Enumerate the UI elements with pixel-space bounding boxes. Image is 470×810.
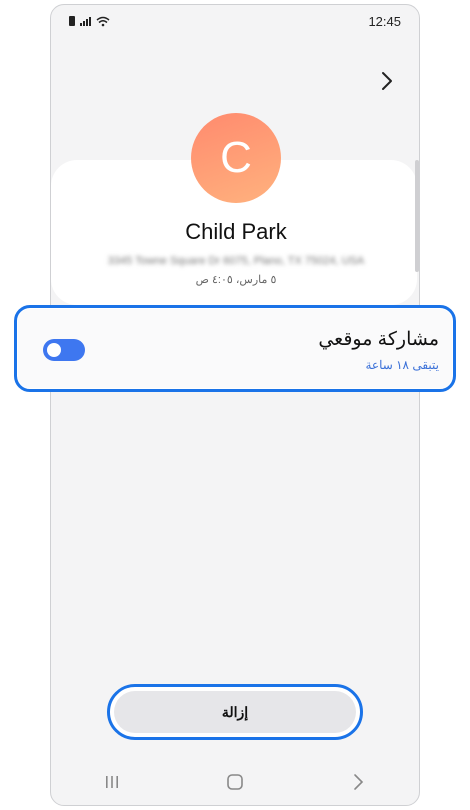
toggle-knob (47, 343, 61, 357)
contact-address: 3345 Towne Square Dr 6075, Plano, TX 750… (107, 255, 365, 267)
back-button[interactable] (338, 762, 378, 802)
location-sharing-remaining: يتبقى ١٨ ساعة (365, 358, 439, 372)
signal-icon (80, 16, 91, 26)
wifi-icon (96, 16, 110, 26)
navigation-bar (50, 760, 420, 804)
recents-button[interactable] (92, 762, 132, 802)
remove-button[interactable]: إزالة (114, 691, 356, 733)
battery-icon (69, 16, 75, 26)
status-bar: 12:45 (51, 5, 419, 37)
home-icon (227, 774, 243, 790)
last-updated-time: ٥ مارس، ٤:٠٥ ص (195, 274, 277, 286)
recents-icon (105, 776, 118, 788)
home-button[interactable] (215, 762, 255, 802)
contact-name: Child Park (185, 219, 287, 244)
remove-button-highlight: إزالة (107, 684, 363, 740)
status-time: 12:45 (368, 13, 401, 29)
back-icon (354, 774, 364, 790)
avatar: C (191, 113, 281, 203)
location-sharing-title: مشاركة موقعي (318, 329, 439, 350)
status-icons (69, 16, 110, 27)
chevron-right-icon (382, 72, 392, 90)
location-sharing-toggle[interactable] (43, 339, 85, 361)
scrollbar[interactable] (415, 160, 419, 272)
location-sharing-card: مشاركة موقعي يتبقى ١٨ ساعة (14, 305, 456, 392)
forward-button[interactable] (377, 69, 397, 93)
